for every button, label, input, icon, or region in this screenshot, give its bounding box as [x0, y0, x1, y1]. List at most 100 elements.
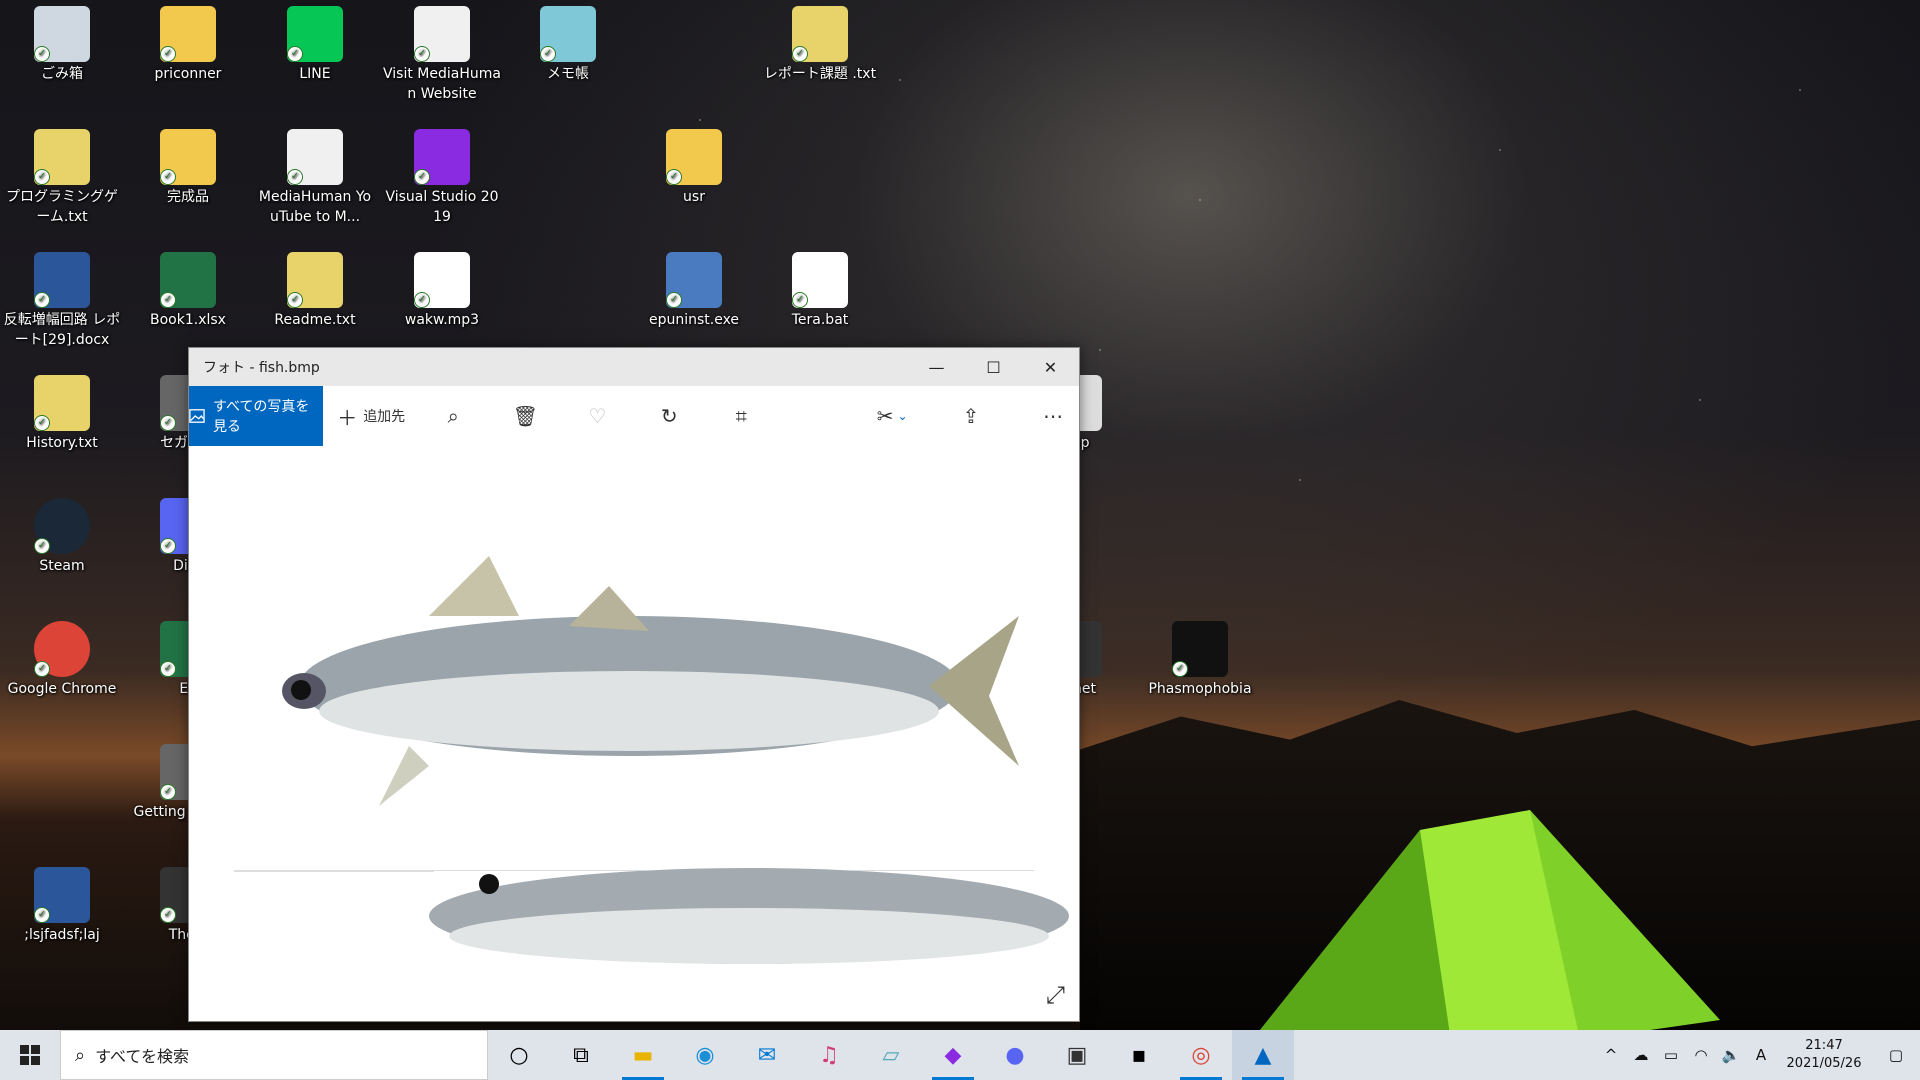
app-icon: ▣: [1066, 1042, 1088, 1068]
file-explorer-button[interactable]: ▬: [612, 1030, 674, 1080]
time: 21:47: [1805, 1038, 1843, 1053]
rotate-icon: ↻: [660, 404, 678, 428]
desktop-icon[interactable]: ✓ ;lsjfadsf;laj: [2, 861, 122, 945]
crop-button[interactable]: ⌗: [715, 386, 767, 446]
edge-icon: ◉: [695, 1042, 715, 1068]
plus-icon: ＋: [337, 405, 358, 430]
desktop-icon[interactable]: ✓ Book1.xlsx: [128, 246, 248, 330]
ime-indicator[interactable]: A: [1746, 1046, 1776, 1064]
minimize-button[interactable]: —: [908, 348, 965, 386]
volume-icon[interactable]: 🔈: [1716, 1046, 1746, 1064]
close-button[interactable]: ✕: [1022, 348, 1079, 386]
title-bar[interactable]: フォト - fish.bmp — ☐ ✕: [189, 348, 1079, 386]
desktop-icon-label: ごみ箱: [41, 66, 83, 82]
search-placeholder: すべてを検索: [95, 1047, 190, 1066]
share-icon: ⇪: [962, 404, 980, 428]
sync-status-icon: ✓: [792, 46, 808, 62]
full-screen-button[interactable]: ⤢: [1046, 981, 1065, 1009]
clock[interactable]: 21:47 2021/05/26: [1776, 1037, 1872, 1073]
desktop-icon[interactable]: ✓ ごみ箱: [2, 0, 122, 84]
desktop-icon[interactable]: ✓ Phasmophobia: [1140, 615, 1260, 699]
discord-button[interactable]: ●: [984, 1030, 1046, 1080]
battery-icon[interactable]: ▭: [1656, 1046, 1686, 1064]
desktop-icon[interactable]: ✓ usr: [634, 123, 754, 207]
sync-status-icon: ✓: [34, 169, 50, 185]
edit-create-button[interactable]: ✂ ⌄: [859, 386, 925, 446]
add-to-label: 追加先: [363, 409, 406, 425]
app-button[interactable]: ▣: [1046, 1030, 1108, 1080]
folder-icon: ✓: [160, 6, 216, 62]
desktop-icon-label: 完成品: [167, 189, 209, 205]
cortana-icon: ○: [509, 1042, 529, 1068]
see-all-photos-button[interactable]: すべての写真を見る: [189, 386, 324, 446]
sync-status-icon: ✓: [34, 292, 50, 308]
desktop-icon[interactable]: ✓ メモ帳: [508, 0, 628, 84]
chrome-button[interactable]: ◎: [1170, 1030, 1232, 1080]
chevron-up-icon[interactable]: ^: [1596, 1046, 1626, 1064]
desktop-icon[interactable]: ✓ 反転増幅回路 レポート[29].docx: [2, 246, 122, 350]
maximize-icon: ☐: [986, 357, 1001, 377]
desktop-icon-label: Google Chrome: [7, 681, 117, 697]
desktop-icon-label: Book1.xlsx: [150, 312, 226, 328]
search-icon: ⌕: [75, 1044, 86, 1066]
sync-status-icon: ✓: [792, 292, 808, 308]
photos-taskbar-button[interactable]: ▲: [1232, 1030, 1294, 1080]
share-button[interactable]: ⇪: [945, 386, 997, 446]
desktop-icon[interactable]: ✓ Readme.txt: [255, 246, 375, 330]
sync-status-icon: ✓: [34, 538, 50, 554]
sync-status-icon: ✓: [160, 784, 176, 800]
terminal-button[interactable]: ▪: [1108, 1030, 1170, 1080]
desktop-icon[interactable]: ✓ wakw.mp3: [382, 246, 502, 330]
notification-center-button[interactable]: ▢: [1872, 1046, 1920, 1064]
desktop-icon[interactable]: ✓ Visit MediaHuman Website: [382, 0, 502, 104]
desktop-icon[interactable]: ✓ History.txt: [2, 369, 122, 453]
rotate-button[interactable]: ↻: [643, 386, 695, 446]
sync-status-icon: ✓: [287, 46, 303, 62]
search-box[interactable]: ⌕ すべてを検索: [60, 1030, 488, 1080]
onedrive-icon[interactable]: ☁: [1626, 1046, 1656, 1064]
desktop-icon[interactable]: ✓ LINE: [255, 0, 375, 84]
desktop-icon[interactable]: ✓ priconner: [128, 0, 248, 84]
visual-studio-button[interactable]: ◆: [922, 1030, 984, 1080]
folder-icon: ✓: [666, 129, 722, 185]
sync-status-icon: ✓: [287, 169, 303, 185]
photo-viewer[interactable]: ⤢: [189, 446, 1079, 1021]
desktop-icon[interactable]: ✓ レポート課題 .txt: [760, 0, 880, 84]
desktop-icon[interactable]: ✓ MediaHuman YouTube to M...: [255, 123, 375, 227]
desktop-icon-label: Steam: [39, 558, 85, 574]
photos-toolbar: すべての写真を見る ＋ 追加先 ⌕ 🗑 ♡ ↻ ⌗ ✂ ⌄ ⇪ ⋯: [189, 386, 1079, 446]
desktop-icon[interactable]: ✓ 完成品: [128, 123, 248, 207]
delete-button[interactable]: 🗑: [499, 386, 551, 446]
cortana-button[interactable]: ○: [488, 1030, 550, 1080]
notepad-taskbar-button[interactable]: ▱: [860, 1030, 922, 1080]
task-view-button[interactable]: ⧉: [550, 1030, 612, 1080]
chrome-icon: ◎: [1191, 1042, 1211, 1068]
desktop-icon-label: epuninst.exe: [648, 312, 740, 328]
favorite-button[interactable]: ♡: [571, 386, 623, 446]
desktop-icon[interactable]: ✓ Google Chrome: [2, 615, 122, 699]
desktop-icon-label: MediaHuman YouTube to M...: [258, 189, 372, 225]
sync-status-icon: ✓: [666, 292, 682, 308]
desktop-icon-label: wakw.mp3: [404, 312, 480, 328]
desktop-icon[interactable]: ✓ epuninst.exe: [634, 246, 754, 330]
itunes-button[interactable]: ♫: [798, 1030, 860, 1080]
start-button[interactable]: [0, 1030, 60, 1080]
desktop-icon[interactable]: ✓ プログラミングゲーム.txt: [2, 123, 122, 227]
desktop-icon-label: 反転増幅回路 レポート[29].docx: [3, 312, 121, 348]
desktop-icon-label: Tera.bat: [791, 312, 849, 328]
photos-icon: ▲: [1254, 1042, 1272, 1068]
more-options-button[interactable]: ⋯: [1027, 386, 1079, 446]
desktop-icon[interactable]: ✓ Visual Studio 2019: [382, 123, 502, 227]
text-file-icon: ✓: [34, 129, 90, 185]
visual-studio-icon: ✓: [414, 129, 470, 185]
add-to-button[interactable]: ＋ 追加先: [323, 386, 419, 446]
edge-button[interactable]: ◉: [674, 1030, 736, 1080]
desktop-icon[interactable]: ✓ Steam: [2, 492, 122, 576]
mail-button[interactable]: ✉: [736, 1030, 798, 1080]
windows-logo-icon: [20, 1045, 40, 1065]
zoom-button[interactable]: ⌕: [427, 386, 479, 446]
wifi-icon[interactable]: ◠: [1686, 1046, 1716, 1064]
terminal-icon: ▪: [1131, 1042, 1147, 1068]
desktop-icon[interactable]: ✓ Tera.bat: [760, 246, 880, 330]
maximize-button[interactable]: ☐: [965, 348, 1022, 386]
